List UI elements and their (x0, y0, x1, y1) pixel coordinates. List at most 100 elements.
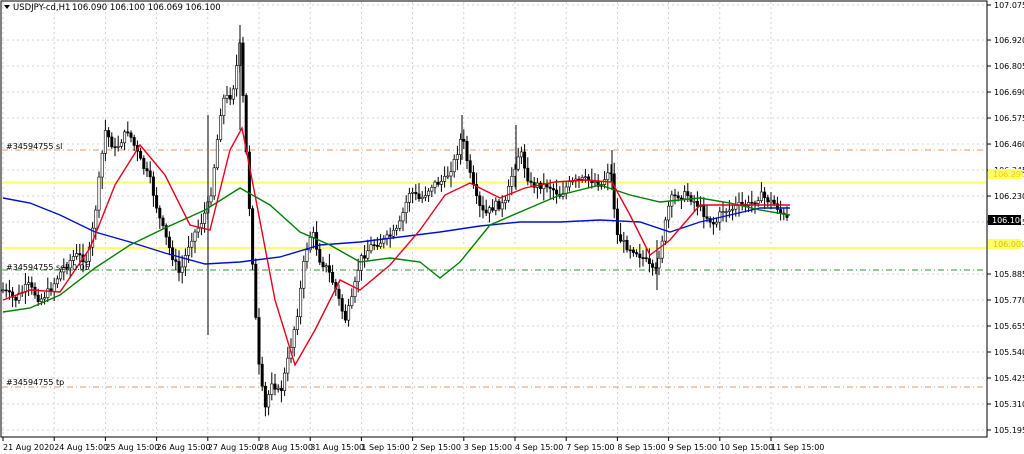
candle-body (30, 282, 34, 288)
candle-body (180, 266, 184, 273)
candle-body (52, 283, 56, 292)
candle-body (292, 329, 296, 348)
candle-body (1, 289, 5, 292)
candle-body (369, 244, 373, 252)
candle-body (196, 227, 200, 233)
candle-body (363, 255, 367, 259)
candle-body (455, 154, 459, 160)
candle-body (423, 195, 427, 198)
candle-body (443, 175, 447, 182)
candle-body (481, 205, 485, 211)
candle-body (43, 297, 47, 300)
candle-body (321, 261, 325, 268)
candle-body (145, 168, 149, 172)
candle-body (340, 298, 344, 312)
entry-label[interactable]: #34594755 sell 0.05 (6, 263, 90, 272)
candle-body (471, 172, 475, 185)
candle-body (187, 246, 191, 256)
candle-body (379, 242, 383, 247)
candle-body (183, 255, 187, 268)
candle-body (667, 205, 671, 221)
candle-body (212, 167, 216, 197)
price-tick-label: 105.540 (994, 348, 1024, 357)
price-tick-label: 106.230 (994, 192, 1024, 201)
candle-body (711, 221, 715, 225)
candle-body (97, 176, 101, 211)
candle-body (721, 211, 725, 213)
candle-body (59, 271, 63, 280)
candle-body (219, 115, 223, 140)
candle-body (366, 250, 370, 259)
candle-body (286, 357, 290, 374)
candle-body (241, 42, 245, 96)
candle-body (151, 176, 155, 196)
candle-body (724, 211, 728, 213)
time-tick-label: 28 Aug 15:00 (259, 443, 313, 452)
candle-body (215, 139, 219, 169)
candle-body (78, 253, 82, 256)
candle-body (523, 151, 527, 169)
candle-body (347, 305, 351, 321)
candle-body (318, 248, 322, 263)
candle-body (225, 95, 229, 99)
candle-body (254, 263, 258, 318)
lower-highlight-value: 106.000 (993, 240, 1024, 249)
candle-body (71, 256, 75, 261)
candle-body (427, 190, 431, 196)
candle-body (491, 207, 495, 211)
ohlc-values: 106.090 106.100 106.069 106.100 (72, 3, 221, 13)
candle-body (759, 191, 763, 201)
sl-label[interactable]: #34594755 sl (6, 142, 62, 151)
candle-body (420, 196, 424, 199)
candle-body (750, 202, 754, 204)
candle-body (174, 259, 178, 262)
candle-body (516, 156, 520, 170)
candle-body (311, 232, 315, 238)
price-chart[interactable]: USDJPY-cd,H1 106.090 106.100 106.069 106… (0, 0, 1024, 454)
candle-body (161, 217, 165, 226)
candle-body (484, 209, 488, 214)
candle-body (500, 202, 504, 210)
candle-body (606, 172, 610, 180)
candle-body (7, 290, 11, 293)
time-tick-label: 9 Sep 15:00 (669, 443, 717, 452)
candle-body (36, 294, 40, 302)
candle-body (510, 176, 514, 187)
time-tick-label: 11 Sep 15:00 (771, 443, 824, 452)
tp-label[interactable]: #34594755 tp (6, 378, 64, 387)
candle-body (731, 208, 735, 211)
candle-body (171, 247, 175, 261)
candle-body (203, 212, 207, 224)
candle-body (190, 240, 194, 248)
candle-body (27, 282, 31, 285)
candle-body (686, 191, 690, 196)
candle-body (769, 199, 773, 203)
candle-body (439, 181, 443, 185)
candle-body (273, 383, 277, 390)
candle-body (580, 177, 584, 180)
candle-body (14, 296, 18, 301)
candle-body (356, 270, 360, 283)
candle-body (638, 253, 642, 258)
candle-body (222, 97, 226, 116)
candle-body (46, 288, 50, 298)
time-tick-label: 3 Sep 15:00 (464, 443, 512, 452)
candle-body (119, 142, 123, 147)
candle-body (126, 131, 130, 134)
candle-body (641, 257, 645, 259)
candle-body (343, 310, 347, 321)
candle-body (193, 231, 197, 242)
price-tick-label: 106.690 (994, 88, 1024, 97)
upper-highlight-value: 106.290 (993, 170, 1024, 179)
candle-body (647, 258, 651, 264)
candle-body (231, 88, 235, 100)
candle-body (702, 205, 706, 218)
price-tick-label: 105.195 (994, 426, 1024, 435)
candle-body (615, 208, 619, 235)
candle-body (660, 240, 664, 259)
candle-body (430, 187, 434, 192)
candle-body (228, 95, 232, 100)
candle-body (433, 181, 437, 188)
candle-body (593, 181, 597, 184)
candle-body (110, 136, 114, 148)
